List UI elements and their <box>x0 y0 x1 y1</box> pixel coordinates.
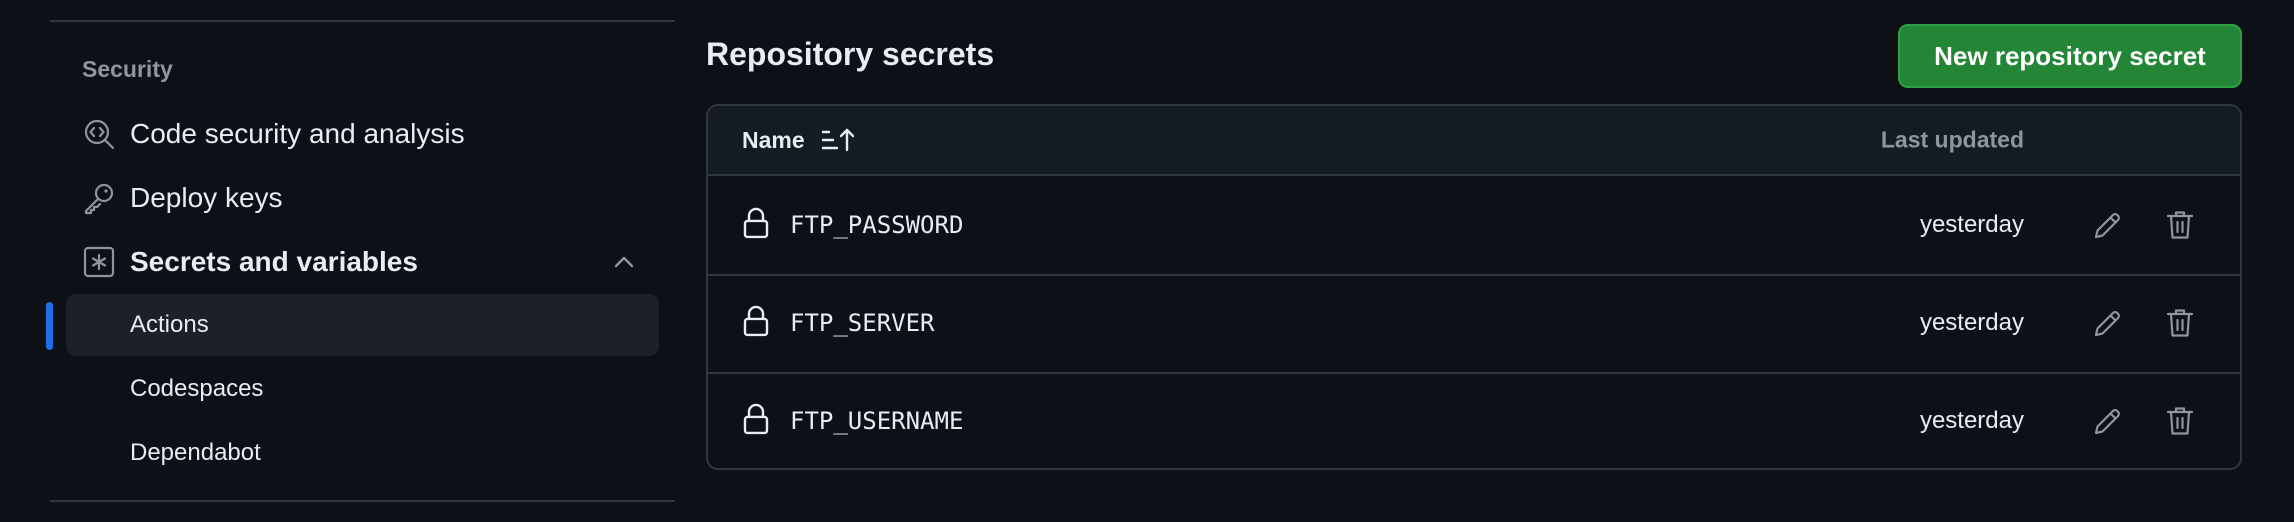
sidebar-subitem-codespaces[interactable]: Codespaces <box>66 358 659 420</box>
sidebar-item-deploy-keys[interactable]: Deploy keys <box>66 170 659 226</box>
edit-secret-button[interactable] <box>2086 203 2130 247</box>
edit-secret-button[interactable] <box>2086 301 2130 345</box>
chevron-up-icon[interactable] <box>609 247 639 277</box>
sidebar-divider-top <box>50 20 675 22</box>
table-row: FTP_PASSWORD yesterday <box>708 176 2240 274</box>
sidebar-subitem-actions[interactable]: Actions <box>66 294 659 356</box>
edit-secret-button[interactable] <box>2086 399 2130 443</box>
trash-icon <box>2166 211 2194 239</box>
new-repository-secret-button[interactable]: New repository secret <box>1898 24 2242 88</box>
delete-secret-button[interactable] <box>2158 301 2202 345</box>
sidebar-item-label: Code security and analysis <box>130 118 465 149</box>
lock-icon <box>742 402 770 436</box>
column-header-name-label: Name <box>742 126 805 153</box>
lock-icon <box>742 304 770 338</box>
secret-name: FTP_PASSWORD <box>790 211 964 239</box>
sidebar-item-label: Deploy keys <box>130 182 283 213</box>
settings-page: Security Code security and analysis Depl… <box>0 0 2294 522</box>
sidebar-subitem-dependabot[interactable]: Dependabot <box>66 422 659 484</box>
pencil-icon <box>2094 409 2120 435</box>
row-divider <box>708 274 2240 276</box>
lock-icon <box>742 206 770 240</box>
sidebar-divider-bottom <box>50 500 675 502</box>
secret-last-updated: yesterday <box>1919 407 2024 434</box>
table-header: Name Last updated <box>708 106 2240 176</box>
trash-icon <box>2166 309 2194 337</box>
sort-ascending-icon[interactable] <box>821 126 855 154</box>
key-icon <box>82 181 116 215</box>
secret-last-updated: yesterday <box>1919 211 2024 238</box>
secrets-table: Name Last updated FTP_PASSWORD yesterday… <box>706 104 2242 470</box>
settings-sidebar: Security Code security and analysis Depl… <box>46 0 675 522</box>
active-item-indicator <box>46 302 53 350</box>
sidebar-item-code-security[interactable]: Code security and analysis <box>66 106 659 162</box>
secret-name: FTP_USERNAME <box>790 407 964 435</box>
secrets-main: Repository secrets New repository secret… <box>706 0 2242 522</box>
asterisk-box-icon <box>82 245 116 279</box>
delete-secret-button[interactable] <box>2158 399 2202 443</box>
sidebar-subitem-label: Dependabot <box>130 439 261 466</box>
codescan-icon <box>82 117 116 151</box>
column-header-name[interactable]: Name <box>742 126 855 154</box>
sidebar-item-label: Secrets and variables <box>130 246 418 277</box>
sidebar-section-title: Security <box>82 56 173 82</box>
table-row: FTP_SERVER yesterday <box>708 274 2240 372</box>
secret-name: FTP_SERVER <box>790 309 935 337</box>
trash-icon <box>2166 407 2194 435</box>
pencil-icon <box>2094 311 2120 337</box>
sidebar-item-secrets-and-variables[interactable]: Secrets and variables <box>66 234 659 290</box>
sidebar-subitem-label: Actions <box>130 311 209 338</box>
pencil-icon <box>2094 213 2120 239</box>
table-row: FTP_USERNAME yesterday <box>708 372 2240 468</box>
secret-last-updated: yesterday <box>1919 309 2024 336</box>
sidebar-subitem-label: Codespaces <box>130 375 264 402</box>
page-title: Repository secrets <box>706 36 995 72</box>
column-header-last-updated: Last updated <box>1880 126 2024 153</box>
delete-secret-button[interactable] <box>2158 203 2202 247</box>
row-divider <box>708 372 2240 374</box>
